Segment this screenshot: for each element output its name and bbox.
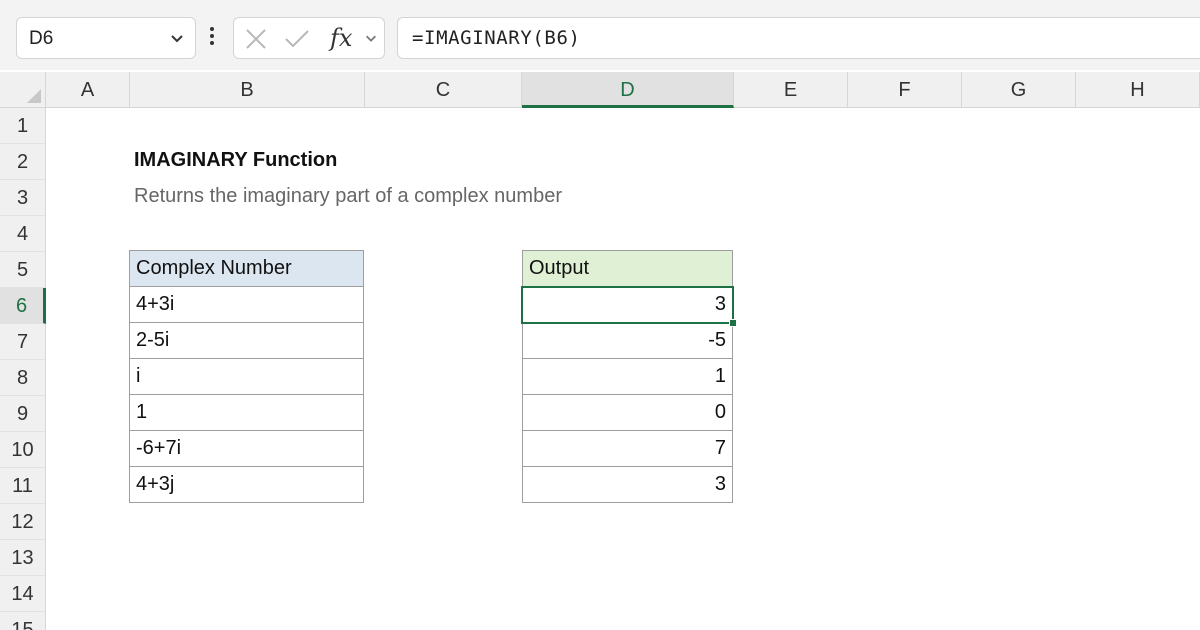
- row-header-7[interactable]: 7: [0, 324, 46, 360]
- column-header-e[interactable]: E: [734, 72, 848, 108]
- column-header-h[interactable]: H: [1076, 72, 1200, 108]
- fill-handle[interactable]: [729, 319, 737, 327]
- row-header-10[interactable]: 10: [0, 432, 46, 468]
- row-header-9[interactable]: 9: [0, 396, 46, 432]
- row-header-11[interactable]: 11: [0, 468, 46, 504]
- formula-bar-area: D6 fx =IMAGINARY(B6): [0, 0, 1200, 70]
- chevron-down-icon[interactable]: [169, 30, 185, 46]
- row-header-2[interactable]: 2: [0, 144, 46, 180]
- output-header-cell[interactable]: Output: [522, 250, 733, 287]
- input-table: Complex Number 4+3i 2-5i i 1 -6+7i 4+3j: [129, 250, 364, 503]
- enter-check-icon[interactable]: [284, 27, 310, 51]
- input-cell[interactable]: 2-5i: [129, 322, 364, 359]
- formula-input[interactable]: =IMAGINARY(B6): [397, 17, 1200, 59]
- input-cell[interactable]: -6+7i: [129, 430, 364, 467]
- output-cell[interactable]: 0: [522, 394, 733, 431]
- input-header-cell[interactable]: Complex Number: [129, 250, 364, 287]
- column-header-f[interactable]: F: [848, 72, 962, 108]
- output-cell[interactable]: 7: [522, 430, 733, 467]
- column-header-a[interactable]: A: [46, 72, 130, 108]
- output-cell[interactable]: 3: [522, 466, 733, 503]
- row-header-3[interactable]: 3: [0, 180, 46, 216]
- column-header-g[interactable]: G: [962, 72, 1076, 108]
- formula-text: =IMAGINARY(B6): [412, 27, 581, 49]
- row-header-1[interactable]: 1: [0, 108, 46, 144]
- more-options-icon[interactable]: [208, 24, 216, 52]
- row-header-12[interactable]: 12: [0, 504, 46, 540]
- sheet-title[interactable]: IMAGINARY Function: [134, 149, 337, 172]
- sheet-subtitle[interactable]: Returns the imaginary part of a complex …: [134, 185, 562, 208]
- row-header-5[interactable]: 5: [0, 252, 46, 288]
- column-header-c[interactable]: C: [365, 72, 522, 108]
- output-cell[interactable]: 1: [522, 358, 733, 395]
- input-cell[interactable]: i: [129, 358, 364, 395]
- chevron-down-icon[interactable]: [364, 31, 378, 45]
- input-cell[interactable]: 4+3j: [129, 466, 364, 503]
- row-header-13[interactable]: 13: [0, 540, 46, 576]
- active-cell-border: [521, 286, 734, 324]
- insert-function-icon[interactable]: fx: [330, 24, 352, 52]
- input-cell[interactable]: 1: [129, 394, 364, 431]
- row-header-4[interactable]: 4: [0, 216, 46, 252]
- column-header-d[interactable]: D: [522, 72, 734, 108]
- name-box-value: D6: [29, 28, 54, 49]
- name-box[interactable]: D6: [16, 17, 196, 59]
- input-cell[interactable]: 4+3i: [129, 286, 364, 323]
- select-all-button[interactable]: [0, 72, 46, 108]
- output-cell[interactable]: -5: [522, 322, 733, 359]
- row-header-6[interactable]: 6: [0, 288, 46, 324]
- row-header-15[interactable]: 15: [0, 612, 46, 630]
- spreadsheet-grid[interactable]: A B C D E F G H 1 2 3 4 5 6 7 8 9 10 11 …: [0, 72, 1200, 630]
- row-header-8[interactable]: 8: [0, 360, 46, 396]
- formula-controls: fx: [233, 17, 385, 59]
- cancel-icon[interactable]: [244, 27, 268, 51]
- column-header-b[interactable]: B: [130, 72, 365, 108]
- row-header-14[interactable]: 14: [0, 576, 46, 612]
